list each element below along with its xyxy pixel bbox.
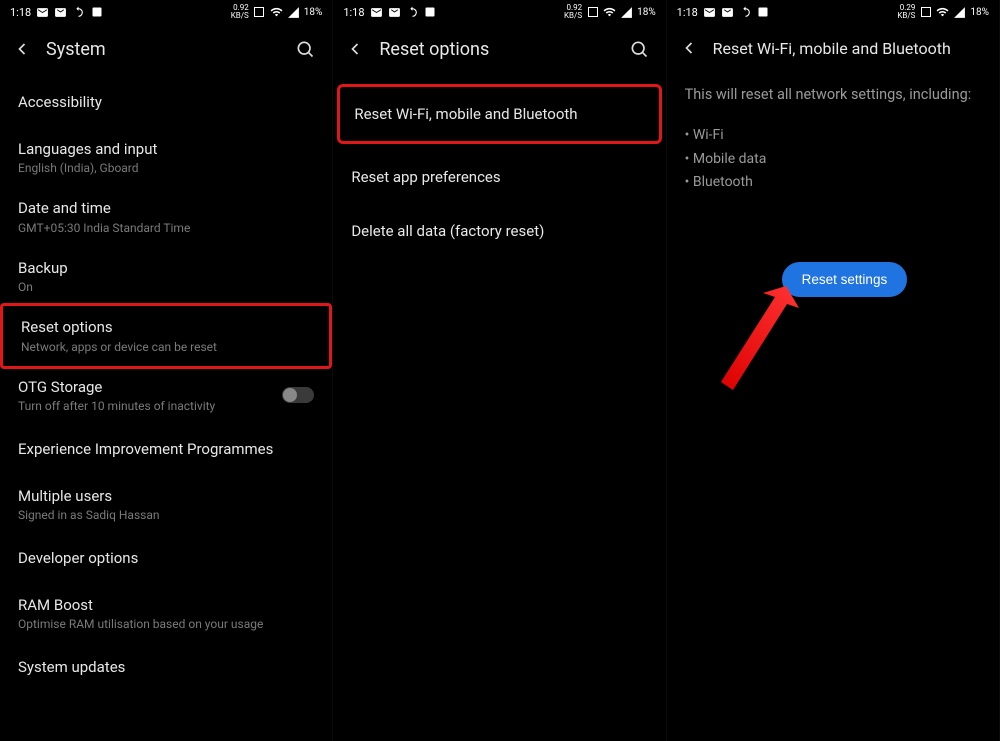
status-time: 1:18 [677,6,698,19]
status-left: 1:18 [10,6,103,19]
back-icon[interactable] [345,39,365,59]
sync-icon [406,6,419,19]
item-subtitle: Turn off after 10 minutes of inactivity [18,399,215,413]
panel-reset-wifi: 1:18 0.29KB/S 18% Reset Wi-Fi, mobile an… [667,0,1000,741]
item-otg-storage[interactable]: OTG Storage Turn off after 10 minutes of… [0,366,332,426]
otg-toggle[interactable] [282,387,314,403]
status-bar: 1:18 0.92KB/S 18% [0,0,332,24]
sync-icon [739,6,752,19]
item-title: Multiple users [18,487,314,507]
signal-icon [620,6,633,19]
item-backup[interactable]: Backup On [0,247,332,307]
header: System [0,24,332,74]
wifi-icon [603,6,616,19]
item-date-time[interactable]: Date and time GMT+05:30 India Standard T… [0,187,332,247]
image-icon [757,6,770,19]
signal-icon [953,6,966,19]
pointer-arrow-icon [691,278,811,398]
back-icon[interactable] [679,38,699,58]
item-subtitle: GMT+05:30 India Standard Time [18,221,314,235]
item-experience[interactable]: Experience Improvement Programmes [0,425,332,475]
signal-icon [287,6,300,19]
sync-icon [72,6,85,19]
status-left: 1:18 [343,6,436,19]
wifi-icon [936,6,949,19]
image-icon [424,6,437,19]
status-right: 0.92KB/S 18% [564,4,656,20]
data-rate: 0.29KB/S [897,4,915,20]
mail-icon [36,6,49,19]
page-title: System [46,39,280,60]
item-reset-options[interactable]: Reset options Network, apps or device ca… [0,303,332,369]
status-time: 1:18 [343,6,364,19]
status-right: 0.29KB/S 18% [897,4,989,20]
panel-reset-options: 1:18 0.92KB/S 18% Reset options Reset Wi… [333,0,666,741]
battery-percent: 18% [970,7,989,18]
mail-icon [703,6,716,19]
battery-percent: 18% [304,7,323,18]
reset-list: Reset Wi-Fi, mobile and Bluetooth Reset … [333,74,665,262]
header: Reset options [333,24,665,74]
item-subtitle: Optimise RAM utilisation based on your u… [18,617,314,631]
item-accessibility[interactable]: Accessibility [0,78,332,128]
bullet-bluetooth: • Bluetooth [685,171,981,195]
item-factory-reset[interactable]: Delete all data (factory reset) [333,204,665,258]
search-icon[interactable] [628,38,650,60]
item-title: Experience Improvement Programmes [18,440,314,460]
item-title: Date and time [18,199,314,219]
item-title: Reset options [21,318,311,338]
item-title: RAM Boost [18,596,314,616]
header: Reset Wi-Fi, mobile and Bluetooth [667,24,999,72]
item-title: Languages and input [18,140,314,160]
item-developer[interactable]: Developer options [0,534,332,584]
item-multiple-users[interactable]: Multiple users Signed in as Sadiq Hassan [0,475,332,535]
page-title: Reset options [379,39,613,60]
bullet-mobile: • Mobile data [685,148,981,172]
image-icon [90,6,103,19]
item-reset-wifi[interactable]: Reset Wi-Fi, mobile and Bluetooth [337,84,661,144]
data-rate: 0.92KB/S [564,4,582,20]
nfc-icon [919,6,932,19]
item-title: Developer options [18,549,314,569]
gmail-icon [54,6,67,19]
mail-icon [370,6,383,19]
status-left: 1:18 [677,6,770,19]
back-icon[interactable] [12,39,32,59]
item-system-updates[interactable]: System updates [0,643,332,693]
item-title: Reset Wi-Fi, mobile and Bluetooth [354,105,577,123]
page-title: Reset Wi-Fi, mobile and Bluetooth [713,39,983,58]
item-languages[interactable]: Languages and input English (India), Gbo… [0,128,332,188]
gmail-icon [721,6,734,19]
item-subtitle: English (India), Gboard [18,161,314,175]
status-bar: 1:18 0.29KB/S 18% [667,0,999,24]
bullet-wifi: • Wi-Fi [685,124,981,148]
battery-percent: 18% [637,7,656,18]
status-bar: 1:18 0.92KB/S 18% [333,0,665,24]
gmail-icon [388,6,401,19]
item-ram-boost[interactable]: RAM Boost Optimise RAM utilisation based… [0,584,332,644]
item-subtitle: Network, apps or device can be reset [21,340,311,354]
status-time: 1:18 [10,6,31,19]
wifi-icon [270,6,283,19]
item-reset-app-prefs[interactable]: Reset app preferences [333,150,665,204]
nfc-icon [586,6,599,19]
search-icon[interactable] [294,38,316,60]
item-title: Delete all data (factory reset) [351,222,544,240]
item-title: Backup [18,259,314,279]
bullet-list: • Wi-Fi • Mobile data • Bluetooth [667,124,999,195]
item-title: System updates [18,658,314,678]
item-title: Accessibility [18,93,314,113]
item-title: OTG Storage [18,378,215,398]
item-title: Reset app preferences [351,168,500,186]
status-right: 0.92KB/S 18% [231,4,323,20]
reset-settings-button[interactable]: Reset settings [782,262,908,297]
settings-list: Accessibility Languages and input Englis… [0,74,332,697]
item-subtitle: On [18,280,314,294]
item-subtitle: Signed in as Sadiq Hassan [18,508,314,522]
info-text: This will reset all network settings, in… [667,72,999,124]
data-rate: 0.92KB/S [231,4,249,20]
nfc-icon [253,6,266,19]
panel-system: 1:18 0.92KB/S 18% System Accessibility L… [0,0,333,741]
